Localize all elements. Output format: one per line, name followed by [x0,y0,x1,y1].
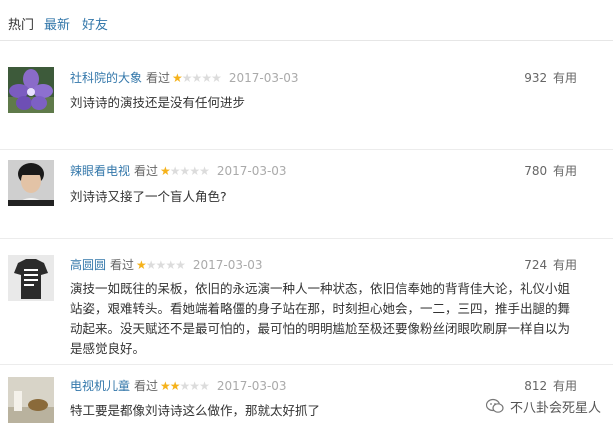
username-link[interactable]: 高圆圆 [70,258,106,272]
username-link[interactable]: 社科院的大象 [70,71,142,85]
vote-number: 812 [524,379,548,393]
flower-avatar-icon [8,67,54,113]
vote-count: 932 有用 [524,69,577,87]
tab-latest[interactable]: 最新 [44,14,70,33]
vote-count: 812 有用 [524,377,577,395]
still-life-avatar[interactable] [8,377,54,423]
watched-label: 看过 [146,71,171,85]
comment-meta: 电视机儿童 看过 ★★★★★ 2017-03-03 [70,377,287,395]
vote-count: 780 有用 [524,162,577,180]
flower-avatar[interactable] [8,67,54,113]
tab-friends[interactable]: 好友 [82,14,108,33]
star-rating: ★★★★★ [172,71,222,85]
useful-button[interactable]: 有用 [553,164,577,178]
comment-date: 2017-03-03 [228,71,299,85]
vote-count: 724 有用 [524,256,577,274]
comment-tabs: 热门 最新 好友 [0,0,613,41]
watermark: 不八卦会死星人 [485,396,601,416]
watched-label: 看过 [134,164,159,178]
comment-item: 高圆圆 看过 ★★★★★ 2017-03-03 724 有用 演技一如既往的呆板，依旧… [0,239,613,365]
watermark-text: 不八卦会死星人 [509,400,601,416]
comment-date: 2017-03-03 [216,379,287,393]
man-portrait-avatar[interactable] [8,160,54,206]
username-link[interactable]: 辣眼看电视 [70,164,130,178]
comment-text: 刘诗诗又接了一个盲人角色? [70,189,227,204]
username-link[interactable]: 电视机儿童 [70,379,130,393]
tshirt-icon [8,255,54,301]
vote-number: 932 [524,71,548,85]
comment-date: 2017-03-03 [216,164,287,178]
useful-button[interactable]: 有用 [553,71,577,85]
comment-meta: 高圆圆 看过 ★★★★★ 2017-03-03 [70,256,263,274]
comment-text: 演技一如既往的呆板，依旧的永远演一种人一种状态，依旧信奉她的背背佳大论，礼仪小姐… [70,281,571,356]
still-life-icon [8,377,54,423]
useful-button[interactable]: 有用 [553,379,577,393]
comment-item: 社科院的大象 看过 ★★★★★ 2017-03-03 932 有用 刘诗诗的演技还是没… [0,41,613,150]
star-rating: ★★★★★ [160,379,210,393]
comment-date: 2017-03-03 [192,258,263,272]
comment-text: 刘诗诗的演技还是没有任何进步 [70,95,246,110]
comment-meta: 辣眼看电视 看过 ★★★★★ 2017-03-03 [70,162,287,180]
watched-label: 看过 [110,258,135,272]
comment-meta: 社科院的大象 看过 ★★★★★ 2017-03-03 [70,69,299,87]
tshirt-avatar[interactable] [8,255,54,301]
star-rating: ★★★★★ [136,258,186,272]
vote-number: 780 [524,164,548,178]
star-rating: ★★★★★ [160,164,210,178]
wechat-icon [485,398,504,413]
man-portrait-icon [8,160,54,206]
vote-number: 724 [524,258,548,272]
useful-button[interactable]: 有用 [553,258,577,272]
comment-item: 辣眼看电视 看过 ★★★★★ 2017-03-03 780 有用 刘诗诗又接了一个盲人… [0,150,613,239]
tab-hot[interactable]: 热门 [8,14,34,33]
watched-label: 看过 [134,379,159,393]
